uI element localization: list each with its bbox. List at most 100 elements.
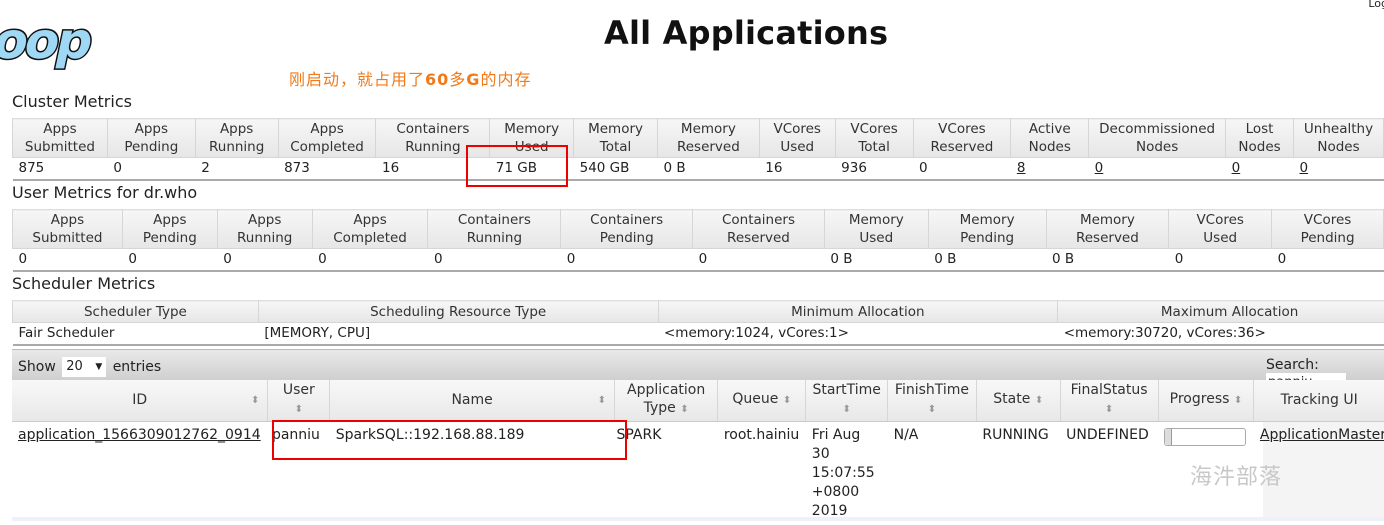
scheduler-metrics-table: Scheduler Type Scheduling Resource Type Mi…: [12, 300, 1384, 346]
header-label: Application: [627, 382, 706, 399]
cell-type: SPARK: [614, 421, 718, 525]
column-header-finalstatus[interactable]: FinalStatus ⬍: [1060, 380, 1159, 422]
column-header-id[interactable]: ID ⬍: [12, 380, 269, 422]
apps-table-toolbar: Show 20 ▼ entries Search: panniu: [12, 349, 1384, 393]
sort-icon: ⬍: [680, 404, 689, 416]
entries-label: entries: [112, 359, 162, 375]
logout-link[interactable]: Log: [1368, 0, 1384, 10]
metric-header-label: Decommissioned: [1099, 121, 1216, 137]
start-time-part: Fri Aug: [811, 426, 861, 443]
column-header-progress[interactable]: Progress ⬍: [1158, 380, 1255, 422]
start-time-part: 15:07:55: [811, 464, 875, 481]
metric-header-label: Nodes: [1238, 139, 1281, 155]
metric-header: Scheduling Resource Type: [257, 300, 659, 323]
applications-table: ID ⬍ User ⬍ Name ⬍ Application Type ⬍ Queue …: [12, 380, 1384, 525]
metric-header-label: Memory: [588, 121, 643, 137]
metric-header-label: Apps: [134, 121, 169, 137]
header-label: Name: [451, 392, 493, 409]
metric-header: Decommissioned Nodes: [1088, 118, 1227, 158]
metric-header: Memory Reserved: [1045, 209, 1170, 249]
metric-header-label: Reserved: [1075, 230, 1139, 246]
metric-header: VCores Used: [758, 118, 836, 158]
metric-value: 0: [692, 248, 825, 272]
search-label: Search:: [1266, 357, 1319, 373]
metric-value-link[interactable]: 0: [1299, 160, 1308, 176]
application-id-link[interactable]: application_1566309012762_0914: [18, 427, 261, 443]
metric-header: Containers Pending: [560, 209, 694, 249]
metric-header-label: Used: [859, 230, 894, 246]
metric-header: VCores Pending: [1271, 209, 1384, 249]
metric-header: Apps Pending: [106, 118, 196, 158]
metric-header-label: Pending: [142, 230, 197, 246]
metric-value: 0: [913, 157, 1011, 181]
metric-header: Containers Running: [375, 118, 491, 158]
metric-header: VCores Reserved: [912, 118, 1012, 158]
sort-icon: ⬍: [842, 404, 851, 416]
column-header-finishtime[interactable]: FinishTime ⬍: [887, 380, 977, 422]
metric-header: Memory Used: [489, 118, 575, 158]
metric-header-label: Containers: [396, 121, 470, 137]
metric-header-label: Submitted: [32, 230, 103, 246]
svg-text:oop: oop: [0, 14, 97, 70]
metric-value-link[interactable]: 0: [1095, 160, 1104, 176]
metric-header-label: Containers: [457, 212, 531, 228]
progress-bar: [1164, 427, 1246, 446]
column-header-user[interactable]: User ⬍: [267, 380, 331, 422]
metric-value: 0: [1271, 248, 1384, 272]
column-header-state[interactable]: State ⬍: [976, 380, 1061, 422]
page-length-select[interactable]: 20 ▼: [62, 357, 107, 377]
sort-icon: ⬍: [1233, 395, 1243, 407]
column-header-name[interactable]: Name ⬍: [329, 380, 615, 422]
column-header-tracking-ui[interactable]: Tracking UI: [1253, 380, 1384, 422]
metric-value: 873: [278, 157, 376, 181]
dropdown-arrow-icon: ▼: [95, 362, 103, 372]
metric-value: [MEMORY, CPU]: [258, 322, 658, 346]
metric-header: Minimum Allocation: [657, 300, 1059, 323]
metric-header-label: Memory: [848, 212, 904, 228]
metric-header-label: Containers: [721, 212, 795, 228]
metric-value: 0 B: [824, 248, 929, 272]
cluster-metrics-table: Apps Submitted Apps Pending Apps Running Apps C…: [12, 118, 1384, 181]
user-metrics-table: Apps Submitted Apps Pending Apps Running Apps C…: [12, 209, 1384, 272]
hadoop-logo: oop: [0, 14, 98, 70]
header-label: User: [282, 382, 315, 399]
sort-icon: ⬍: [251, 395, 260, 406]
tracking-ui-link[interactable]: ApplicationMaster: [1260, 427, 1384, 443]
metric-value: 0 B: [928, 248, 1046, 272]
metric-header: VCores Total: [834, 118, 914, 158]
metric-header-label: Reserved: [727, 230, 790, 246]
metric-value: Fair Scheduler: [12, 322, 259, 346]
column-header-queue[interactable]: Queue ⬍: [717, 380, 807, 422]
column-header-starttime[interactable]: StartTime ⬍: [805, 380, 889, 422]
metric-header-label: Active: [1028, 121, 1071, 137]
metric-header: Memory Used: [823, 209, 929, 249]
metric-value-link[interactable]: 8: [1017, 160, 1026, 176]
metric-header: Containers Reserved: [692, 209, 825, 249]
progress-fill: [1165, 428, 1173, 445]
sort-icon: ⬍: [1034, 395, 1044, 407]
header-label: Tracking UI: [1280, 392, 1358, 409]
metric-header-label: Apps: [153, 212, 187, 228]
cell-id: application_1566309012762_0914: [12, 421, 268, 525]
metric-value: 16: [759, 157, 836, 181]
metric-header-label: Reserved: [676, 139, 740, 155]
metric-header: Apps Completed: [311, 209, 429, 249]
metric-header: Memory Pending: [927, 209, 1047, 249]
cell-user: panniu: [267, 421, 330, 525]
start-time-part: +0800: [811, 483, 860, 500]
metric-header-label: Minimum Allocation: [791, 303, 925, 320]
cell-starttime: Fri Aug 30 15:07:55 +0800 2019: [805, 421, 888, 525]
header-label: FinishTime: [894, 382, 970, 399]
metric-value: 0: [427, 248, 561, 272]
header-label: StartTime: [812, 382, 881, 399]
metric-value-link[interactable]: 0: [1232, 160, 1241, 176]
metric-header-label: Pending: [960, 230, 1015, 246]
metric-header-label: VCores: [938, 121, 986, 137]
cell-state: RUNNING: [976, 421, 1061, 525]
cell-finalstatus: UNDEFINED: [1060, 421, 1158, 525]
column-header-application-type[interactable]: Application Type ⬍: [614, 380, 719, 422]
metric-header: Apps Pending: [121, 209, 218, 249]
sort-icon: ⬍: [782, 395, 792, 407]
metric-value: 0 B: [1046, 248, 1169, 272]
metric-value: 0: [122, 248, 218, 272]
